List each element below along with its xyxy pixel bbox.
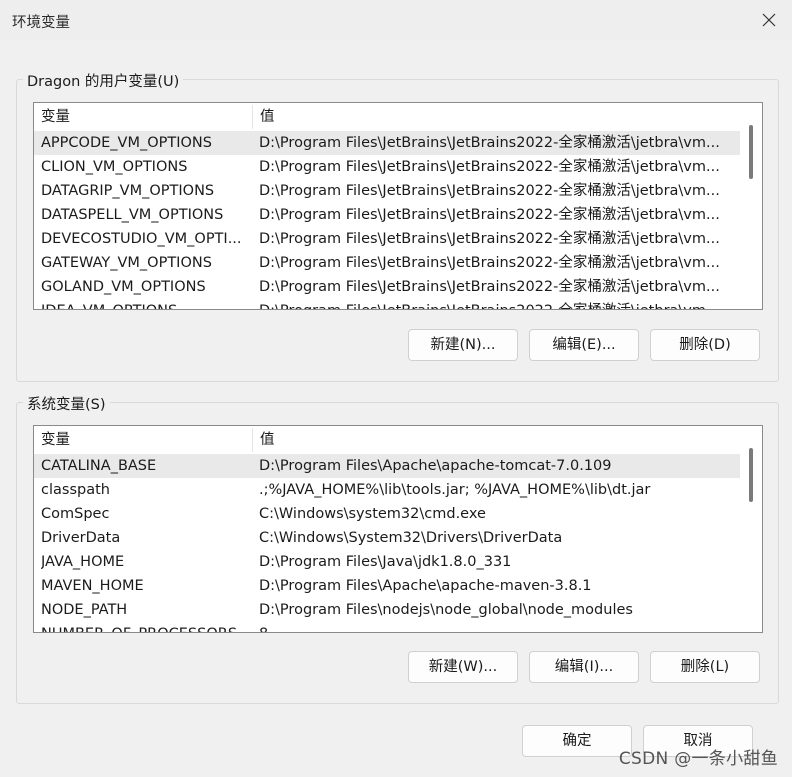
table-row[interactable]: classpath .;%JAVA_HOME%\lib\tools.jar; %J… xyxy=(34,478,740,502)
system-variables-list[interactable]: 变量 值 CATALINA_BASE D:\Program Files\Apach… xyxy=(33,425,763,633)
variable-name-cell: GATEWAY_VM_OPTIONS xyxy=(41,255,212,271)
variable-value-cell: D:\Program Files\Apache\apache-maven-3.8… xyxy=(259,578,592,594)
system-variables-label: 系统变量(S) xyxy=(23,393,110,414)
variable-name-cell: classpath xyxy=(41,482,110,498)
column-header-name[interactable]: 变量 xyxy=(34,426,252,454)
variable-value-cell: 8 xyxy=(259,622,731,632)
table-row[interactable]: CATALINA_BASE D:\Program Files\Apache\apa… xyxy=(34,454,740,478)
table-row[interactable]: MAVEN_HOME D:\Program Files\Apache\apache… xyxy=(34,574,740,598)
new-user-variable-button[interactable]: 新建(N)... xyxy=(408,329,518,361)
variable-name-cell: GOLAND_VM_OPTIONS xyxy=(41,279,206,295)
environment-variables-dialog: 环境变量 Dragon 的用户变量(U) 变量 值 APPCODE_VM_OPT… xyxy=(0,0,792,777)
variable-value-cell: D:\Program Files\JetBrains\JetBrains2022… xyxy=(259,299,731,309)
variable-name-cell: CLION_VM_OPTIONS xyxy=(41,159,188,175)
variable-value-cell: D:\Program Files\Java\jdk1.8.0_331 xyxy=(259,554,512,570)
column-header-value[interactable]: 值 xyxy=(253,426,733,454)
table-row[interactable]: NODE_PATH D:\Program Files\nodejs\node_gl… xyxy=(34,598,740,622)
list-header: 变量 值 xyxy=(34,426,762,454)
variable-value-cell: D:\Program Files\nodejs\node_global\node… xyxy=(259,602,633,618)
variable-value-cell: C:\Windows\System32\Drivers\DriverData xyxy=(259,530,563,546)
list-header: 变量 值 xyxy=(34,103,762,131)
variable-name-cell: APPCODE_VM_OPTIONS xyxy=(41,135,212,151)
edit-system-variable-button[interactable]: 编辑(I)... xyxy=(529,651,639,683)
variable-value-cell: .;%JAVA_HOME%\lib\tools.jar; %JAVA_HOME%… xyxy=(259,482,651,498)
table-row[interactable]: GOLAND_VM_OPTIONS D:\Program Files\JetBra… xyxy=(34,275,740,299)
window-title: 环境变量 xyxy=(12,15,70,31)
variable-value-cell: D:\Program Files\JetBrains\JetBrains2022… xyxy=(259,183,720,199)
table-row[interactable]: CLION_VM_OPTIONS D:\Program Files\JetBrai… xyxy=(34,155,740,179)
variable-name-cell: DATASPELL_VM_OPTIONS xyxy=(41,207,224,223)
vertical-scrollbar[interactable] xyxy=(740,103,762,309)
table-row[interactable]: JAVA_HOME D:\Program Files\Java\jdk1.8.0_… xyxy=(34,550,740,574)
scrollbar-thumb[interactable] xyxy=(749,125,753,179)
user-variables-label: Dragon 的用户变量(U) xyxy=(23,70,184,91)
column-header-name[interactable]: 变量 xyxy=(34,103,252,131)
user-variables-group: Dragon 的用户变量(U) 变量 值 APPCODE_VM_OPTIONS D… xyxy=(16,70,779,382)
variable-value-cell: D:\Program Files\Apache\apache-tomcat-7.… xyxy=(259,458,612,474)
watermark: CSDN @一条小甜鱼 xyxy=(618,749,778,769)
variable-name-cell: CATALINA_BASE xyxy=(41,458,157,474)
table-row[interactable]: DATAGRIP_VM_OPTIONS D:\Program Files\JetB… xyxy=(34,179,740,203)
variable-name-cell: MAVEN_HOME xyxy=(41,578,144,594)
table-row[interactable]: APPCODE_VM_OPTIONS D:\Program Files\JetBr… xyxy=(34,131,740,155)
new-system-variable-button[interactable]: 新建(W)... xyxy=(408,651,518,683)
variable-name-cell: DATAGRIP_VM_OPTIONS xyxy=(41,183,215,199)
table-row[interactable]: DriverData C:\Windows\System32\Drivers\Dr… xyxy=(34,526,740,550)
variable-value-cell: D:\Program Files\JetBrains\JetBrains2022… xyxy=(259,207,720,223)
variable-value-cell: D:\Program Files\JetBrains\JetBrains2022… xyxy=(259,279,720,295)
variable-value-cell: D:\Program Files\JetBrains\JetBrains2022… xyxy=(259,159,720,175)
system-variables-group: 系统变量(S) 变量 值 CATALINA_BASE D:\Program Fil… xyxy=(16,393,779,704)
table-row[interactable]: GATEWAY_VM_OPTIONS D:\Program Files\JetBr… xyxy=(34,251,740,275)
user-variables-list[interactable]: 变量 值 APPCODE_VM_OPTIONS D:\Program Files\… xyxy=(33,102,763,310)
variable-value-cell: D:\Program Files\JetBrains\JetBrains2022… xyxy=(259,255,720,271)
table-row[interactable]: DATASPELL_VM_OPTIONS D:\Program Files\Jet… xyxy=(34,203,740,227)
scrollbar-thumb[interactable] xyxy=(749,448,753,502)
table-row[interactable]: IDEA_VM_OPTIONS D:\Program Files\JetBrain… xyxy=(34,299,740,309)
table-row[interactable]: ComSpec C:\Windows\system32\cmd.exe xyxy=(34,502,740,526)
delete-system-variable-button[interactable]: 删除(L) xyxy=(650,651,760,683)
table-row[interactable]: DEVECOSTUDIO_VM_OPTI... D:\Program Files\… xyxy=(34,227,740,251)
variable-name-cell: ComSpec xyxy=(41,506,110,522)
delete-user-variable-button[interactable]: 删除(D) xyxy=(650,329,760,361)
ok-button[interactable]: 确定 xyxy=(522,725,632,757)
column-header-value[interactable]: 值 xyxy=(253,103,733,131)
variable-name-cell: DEVECOSTUDIO_VM_OPTI... xyxy=(41,231,242,247)
close-icon xyxy=(762,13,776,27)
title-bar: 环境变量 xyxy=(0,0,792,40)
variable-value-cell: D:\Program Files\JetBrains\JetBrains2022… xyxy=(259,135,720,151)
table-row[interactable]: NUMBER_OF_PROCESSORS 8 xyxy=(34,622,740,632)
variable-name-cell: JAVA_HOME xyxy=(41,554,125,570)
variable-name-cell: NODE_PATH xyxy=(41,602,128,618)
variable-name-cell: DriverData xyxy=(41,530,121,546)
edit-user-variable-button[interactable]: 编辑(E)... xyxy=(529,329,639,361)
variable-value-cell: C:\Windows\system32\cmd.exe xyxy=(259,506,486,522)
close-button[interactable] xyxy=(746,0,792,40)
variable-name-cell: IDEA_VM_OPTIONS xyxy=(41,299,246,309)
vertical-scrollbar[interactable] xyxy=(740,426,762,632)
variable-name-cell: NUMBER_OF_PROCESSORS xyxy=(41,622,246,632)
variable-value-cell: D:\Program Files\JetBrains\JetBrains2022… xyxy=(259,231,720,247)
